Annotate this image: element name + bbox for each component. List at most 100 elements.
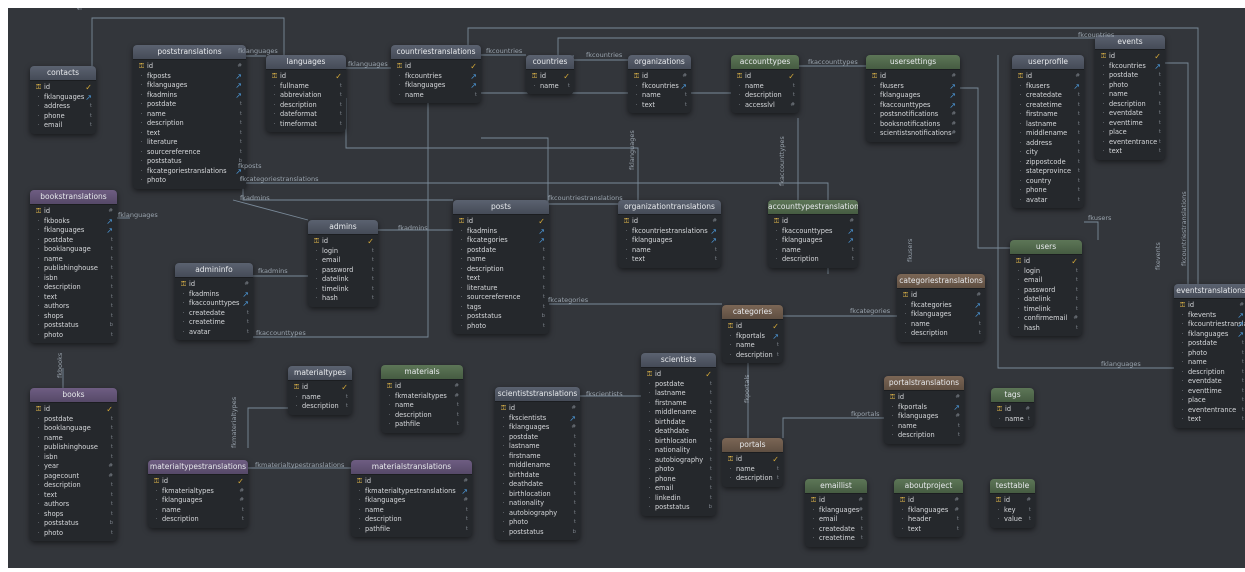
field-row[interactable]: · postdate t: [30, 415, 117, 425]
field-row[interactable]: · text t: [453, 274, 549, 284]
field-row[interactable]: · datelink t: [1010, 295, 1082, 305]
field-row[interactable]: ⚿ id #: [894, 496, 963, 506]
field-row[interactable]: · description t: [768, 255, 858, 265]
field-row[interactable]: · text t: [133, 129, 246, 139]
relation-line[interactable]: [557, 37, 1095, 57]
field-row[interactable]: · createtime t: [1012, 101, 1084, 111]
field-row[interactable]: · fkmaterialtypestranslations ↗: [351, 487, 472, 497]
table-title[interactable]: accounttypestranslations: [768, 200, 858, 215]
table-title[interactable]: aboutproject: [894, 479, 963, 494]
field-row[interactable]: · fkposts ↗: [133, 72, 246, 82]
field-row[interactable]: · name t: [381, 401, 463, 411]
field-row[interactable]: · photo t: [30, 529, 117, 539]
field-row[interactable]: · header t: [894, 515, 963, 525]
table-bookstranslations[interactable]: bookstranslations ⚿ id # · fkbooks ↗ · fklanguag…: [30, 190, 117, 343]
table-title[interactable]: contacts: [30, 66, 96, 81]
field-row[interactable]: · fklanguages ↗: [30, 93, 96, 103]
field-row[interactable]: · name t: [148, 506, 248, 516]
field-row[interactable]: · fkusers ↗: [866, 82, 960, 92]
table-posts[interactable]: posts ⚿ id ✓ · fkadmins ↗ · fkcategories ↗ · postda…: [453, 200, 549, 334]
field-row[interactable]: · pagecount #: [30, 472, 117, 482]
field-row[interactable]: ⚿ id #: [768, 217, 858, 227]
field-row[interactable]: ⚿ id #: [866, 72, 960, 82]
field-row[interactable]: · password t: [1010, 286, 1082, 296]
table-title[interactable]: userprofile: [1012, 55, 1084, 70]
field-row[interactable]: · firstname t: [1012, 110, 1084, 120]
field-row[interactable]: · fklanguages ↗: [133, 81, 246, 91]
field-row[interactable]: · description t: [148, 515, 248, 525]
table-title[interactable]: eventstranslations: [1174, 284, 1245, 299]
field-row[interactable]: · booklanguage t: [30, 245, 117, 255]
field-row[interactable]: · stateprovince t: [1012, 167, 1084, 177]
field-row[interactable]: · description t: [133, 119, 246, 129]
field-row[interactable]: · timelink t: [308, 285, 378, 295]
field-row[interactable]: · phone t: [30, 112, 96, 122]
field-row[interactable]: · booksnotifications #: [866, 120, 960, 130]
field-row[interactable]: · password t: [308, 266, 378, 276]
field-row[interactable]: · description t: [351, 515, 472, 525]
table-scientiststranslations[interactable]: scientiststranslations ⚿ id # · fkscientists ↗…: [495, 387, 580, 540]
field-row[interactable]: · fkcategories ↗: [897, 301, 985, 311]
table-title[interactable]: categories: [722, 305, 783, 320]
field-row[interactable]: ⚿ id ✓: [731, 72, 799, 82]
table-categories[interactable]: categories ⚿ id ✓ · fkportals ↗ · name t · descript…: [722, 305, 783, 363]
table-title[interactable]: countriestranslations: [391, 45, 481, 60]
field-row[interactable]: · description t: [30, 481, 117, 491]
field-row[interactable]: · fklanguages #: [894, 506, 963, 516]
field-row[interactable]: · birthdate t: [495, 471, 580, 481]
field-row[interactable]: · lastname t: [641, 389, 716, 399]
field-row[interactable]: ⚿ id #: [1174, 301, 1245, 311]
field-row[interactable]: · name t: [618, 246, 721, 256]
field-row[interactable]: · middlename t: [495, 461, 580, 471]
field-row[interactable]: · poststatus b: [30, 519, 117, 529]
field-row[interactable]: · fkmaterialtypes #: [381, 392, 463, 402]
field-row[interactable]: · text t: [618, 255, 721, 265]
field-row[interactable]: · fkcategories ↗: [453, 236, 549, 246]
field-row[interactable]: · name t: [133, 110, 246, 120]
table-scientists[interactable]: scientists ⚿ id ✓ · postdate t · lastname t · first…: [641, 353, 716, 516]
field-row[interactable]: · accesslvl #: [731, 101, 799, 111]
field-row[interactable]: · fkaccounttypes ↗: [866, 101, 960, 111]
relation-line[interactable]: [345, 98, 639, 200]
field-row[interactable]: ⚿ id #: [805, 496, 867, 506]
diagram-canvas[interactable]: contacts ⚿ id ✓ · fklanguages ↗ · address t · phone…: [8, 8, 1245, 568]
table-materialtypestranslations[interactable]: materialtypestranslations ⚿ id ✓ · fkmaterial…: [148, 460, 248, 528]
field-row[interactable]: · name t: [884, 422, 964, 432]
table-title[interactable]: posts: [453, 200, 549, 215]
table-title[interactable]: materialtypes: [288, 366, 352, 381]
field-row[interactable]: · name t: [351, 506, 472, 516]
field-row[interactable]: · name t: [991, 415, 1034, 425]
field-row[interactable]: · evententrance t: [1095, 138, 1165, 148]
field-row[interactable]: · isbn t: [30, 453, 117, 463]
field-row[interactable]: ⚿ id ✓: [526, 72, 574, 82]
field-row[interactable]: · firstname t: [641, 399, 716, 409]
field-row[interactable]: · fklanguages ↗: [618, 236, 721, 246]
field-row[interactable]: · isbn t: [30, 274, 117, 284]
field-row[interactable]: · eventdate t: [1095, 109, 1165, 119]
field-row[interactable]: ⚿ id #: [990, 496, 1035, 506]
field-row[interactable]: · email t: [308, 256, 378, 266]
field-row[interactable]: · fklanguages ↗: [30, 226, 117, 236]
table-title[interactable]: admins: [308, 220, 378, 235]
table-title[interactable]: accounttypes: [731, 55, 799, 70]
field-row[interactable]: · firstname t: [495, 452, 580, 462]
field-row[interactable]: · phone t: [1012, 186, 1084, 196]
field-row[interactable]: · phone t: [641, 475, 716, 485]
field-row[interactable]: · name t: [722, 465, 783, 475]
field-row[interactable]: ⚿ id #: [351, 477, 472, 487]
field-row[interactable]: ⚿ id ✓: [30, 405, 117, 415]
field-row[interactable]: · year #: [30, 462, 117, 472]
field-row[interactable]: · postdate t: [133, 100, 246, 110]
table-title[interactable]: countries: [526, 55, 574, 70]
field-row[interactable]: · deathdate t: [641, 427, 716, 437]
field-row[interactable]: · shops t: [30, 510, 117, 520]
field-row[interactable]: · avatar t: [1012, 196, 1084, 206]
field-row[interactable]: · email t: [805, 515, 867, 525]
field-row[interactable]: · hash t: [308, 294, 378, 304]
field-row[interactable]: · abbreviation t: [266, 91, 346, 101]
table-title[interactable]: usersettings: [866, 55, 960, 70]
table-title[interactable]: scientists: [641, 353, 716, 368]
field-row[interactable]: ⚿ id ✓: [148, 477, 248, 487]
field-row[interactable]: · createdate t: [175, 309, 253, 319]
field-row[interactable]: · name t: [628, 91, 691, 101]
